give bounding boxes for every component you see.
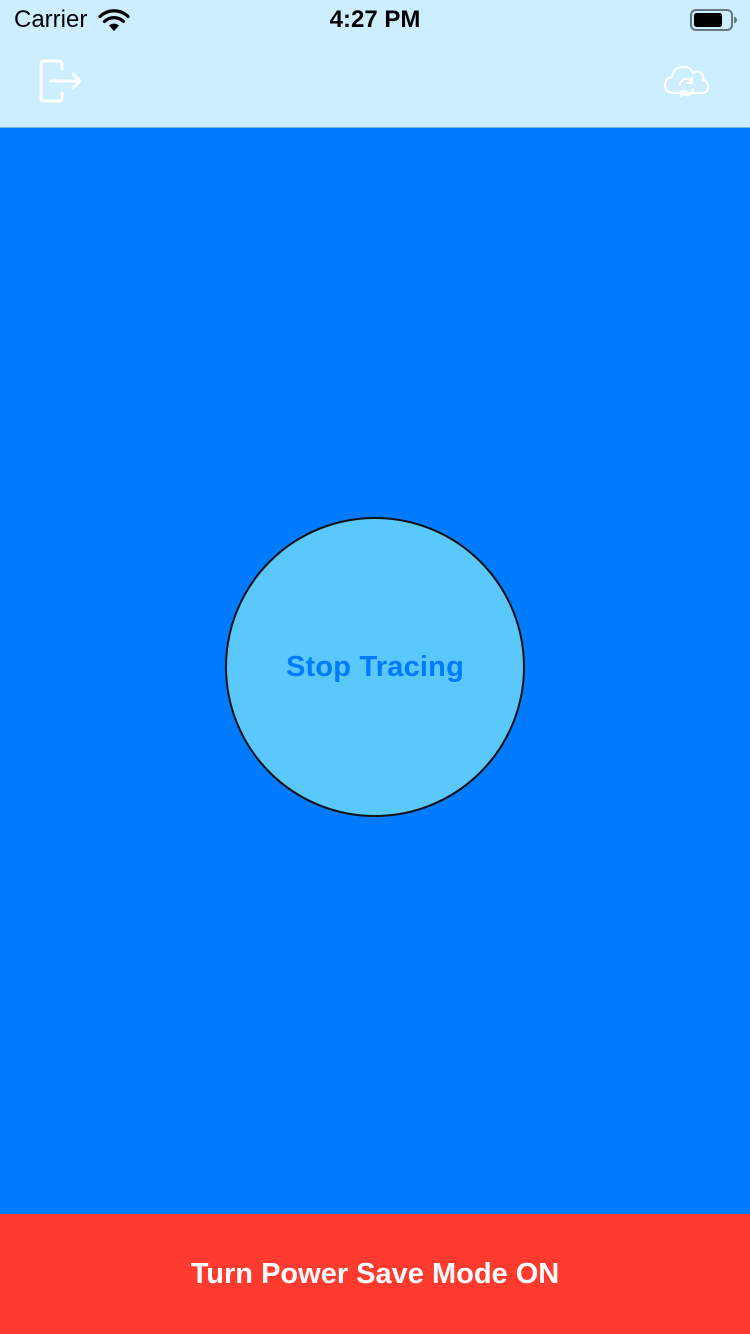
logout-icon bbox=[36, 57, 84, 110]
header: Carrier 4:27 PM bbox=[0, 0, 750, 128]
status-time: 4:27 PM bbox=[329, 6, 421, 33]
power-save-label: Turn Power Save Mode ON bbox=[190, 1257, 560, 1290]
logout-button[interactable] bbox=[36, 58, 84, 108]
battery-icon bbox=[690, 9, 738, 31]
stop-tracing-label: Stop Tracing bbox=[285, 650, 465, 683]
cloud-sync-icon bbox=[662, 61, 710, 106]
stop-tracing-button[interactable]: Stop Tracing bbox=[225, 517, 525, 817]
app-screen: Carrier 4:27 PM Stop Tracing Turn Power … bbox=[0, 0, 750, 1334]
status-bar: Carrier 4:27 PM bbox=[0, 0, 750, 40]
cloud-sync-button[interactable] bbox=[662, 58, 710, 108]
power-save-button[interactable]: Turn Power Save Mode ON bbox=[0, 1214, 750, 1334]
